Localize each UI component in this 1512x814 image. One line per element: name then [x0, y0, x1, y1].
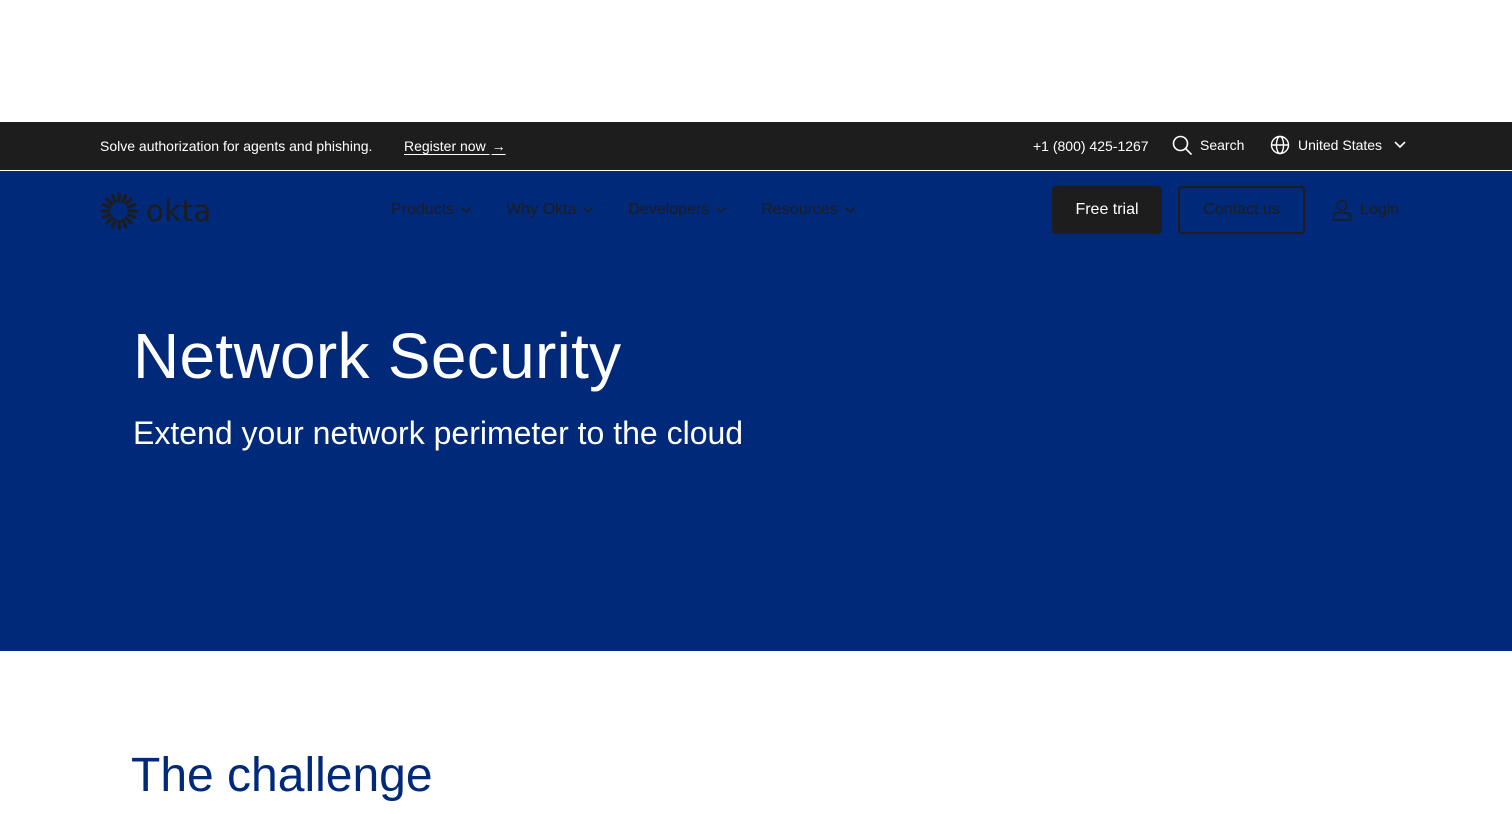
search-icon [1172, 135, 1192, 155]
free-trial-button[interactable]: Free trial [1052, 186, 1162, 234]
chevron-down-icon [844, 206, 856, 213]
main-navigation: Products Why Okta Developers Resources [391, 201, 856, 219]
logo-wordmark: okta [146, 194, 212, 228]
contact-us-button[interactable]: Contact us [1178, 186, 1305, 234]
globe-icon [1270, 135, 1290, 155]
user-icon [1332, 199, 1352, 221]
register-now-link[interactable]: Register now → [404, 138, 506, 154]
nav-item-label: Developers [628, 201, 710, 218]
chevron-down-icon [583, 206, 594, 213]
nav-item-products[interactable]: Products [391, 201, 472, 219]
hero-section: okta Products Why Okta Developers Resour… [0, 171, 1512, 651]
region-selector[interactable]: United States [1270, 135, 1406, 155]
nav-item-label: Products [391, 201, 455, 218]
login-label: Login [1360, 201, 1400, 218]
nav-item-resources[interactable]: Resources [761, 201, 856, 219]
search-label: Search [1200, 137, 1245, 153]
top-blank-area [0, 0, 1512, 122]
nav-item-developers[interactable]: Developers [628, 201, 727, 219]
nav-item-label: Why Okta [506, 201, 577, 218]
login-link[interactable]: Login [1332, 199, 1399, 221]
announcement-bar: Solve authorization for agents and phish… [0, 122, 1512, 170]
register-now-label: Register now [404, 138, 486, 154]
section-title: The challenge [131, 749, 433, 802]
page-title: Network Security [133, 320, 622, 392]
chevron-down-icon [1394, 141, 1406, 148]
okta-sunburst-icon [100, 192, 138, 230]
chevron-down-icon [716, 206, 727, 213]
arrow-right-icon: → [491, 138, 506, 154]
chevron-down-icon [460, 206, 472, 213]
nav-item-why-okta[interactable]: Why Okta [506, 201, 594, 219]
phone-number[interactable]: +1 (800) 425-1267 [1033, 138, 1149, 154]
okta-logo[interactable]: okta [100, 192, 212, 230]
region-label: United States [1298, 137, 1383, 153]
search-button[interactable]: Search [1172, 135, 1244, 155]
page-subtitle: Extend your network perimeter to the clo… [133, 415, 744, 451]
nav-item-label: Resources [761, 201, 838, 218]
announcement-text: Solve authorization for agents and phish… [100, 138, 373, 154]
